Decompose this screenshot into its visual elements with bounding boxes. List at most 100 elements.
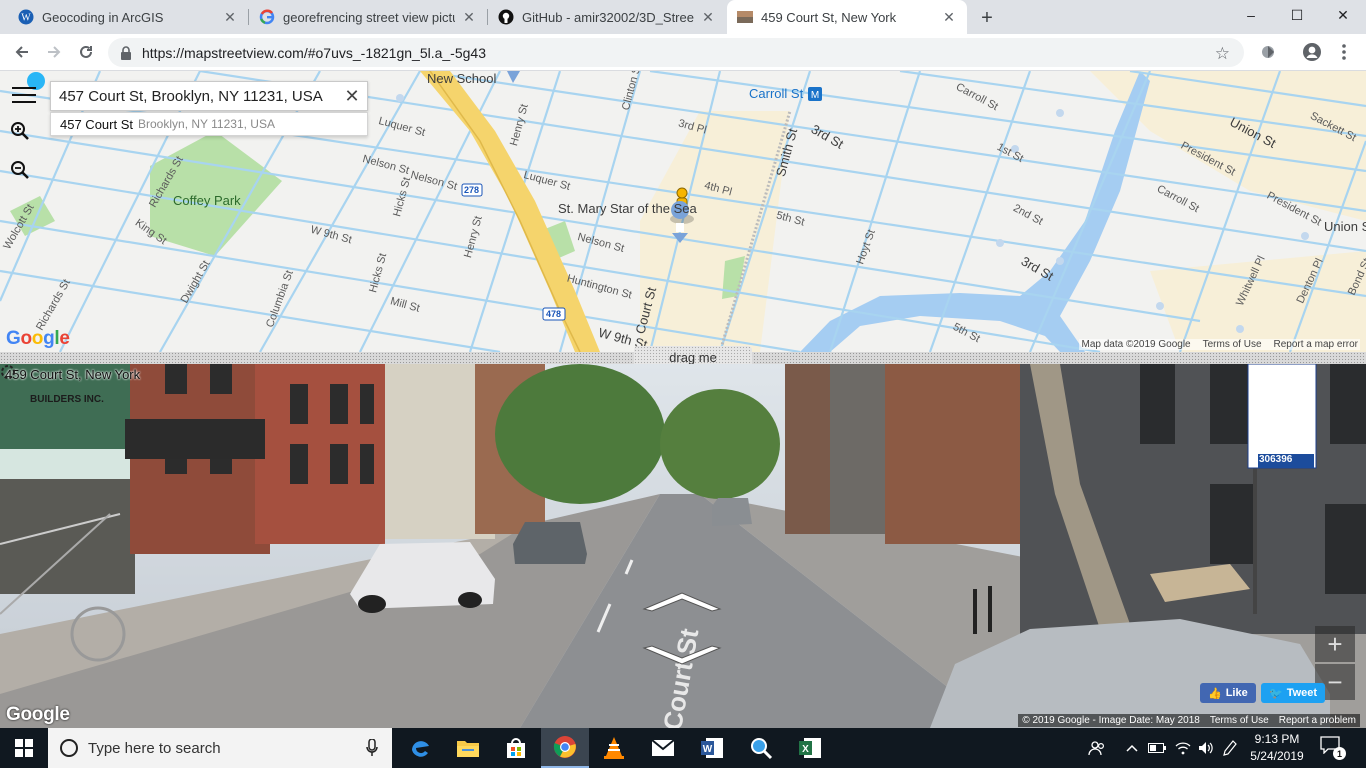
move-forward-arrow-icon[interactable] [640, 589, 724, 615]
github-icon [498, 9, 514, 25]
tab-title: georefrencing street view picture [283, 9, 455, 25]
battery-icon[interactable] [1145, 728, 1169, 768]
street-view-footer: © 2019 Google - Image Date: May 2018 Ter… [1018, 714, 1360, 727]
map-search-input[interactable] [59, 87, 339, 105]
map-label-st-mary[interactable]: St. Mary Star of the Sea [558, 201, 697, 216]
google-icon [259, 9, 275, 25]
street-view-zoom-in[interactable]: + [1315, 626, 1355, 662]
edge-icon[interactable] [396, 728, 444, 768]
bookmark-star-icon[interactable]: ☆ [1215, 44, 1230, 64]
close-icon[interactable]: ✕ [461, 9, 477, 25]
suggestion-main-text: 457 Court St [60, 116, 133, 132]
mail-icon[interactable] [639, 728, 687, 768]
street-sign-number: 306396 [1259, 454, 1293, 465]
svg-text:X: X [802, 744, 809, 755]
map-pane[interactable]: M New School Carroll St Coffey Park St. … [0, 71, 1366, 352]
clear-search-icon[interactable]: ✕ [343, 86, 361, 106]
close-icon[interactable]: ✕ [941, 9, 957, 25]
map-menu-button[interactable] [10, 83, 38, 107]
street-view-address: 459 Court St, New York [5, 367, 141, 382]
vlc-icon[interactable] [590, 728, 638, 768]
report-map-error-link[interactable]: Report a map error [1274, 339, 1358, 350]
people-icon[interactable] [1084, 728, 1110, 768]
back-button[interactable] [8, 38, 36, 66]
wifi-icon[interactable] [1172, 728, 1194, 768]
google-logo[interactable]: Google [6, 328, 70, 350]
tab-street-view[interactable]: 459 Court St, New York ✕ [727, 0, 967, 34]
tab-github[interactable]: GitHub - amir32002/3D_Street_V ✕ [488, 0, 726, 34]
address-bar[interactable]: https://mapstreetview.com/#o7uvs_-1821gn… [108, 38, 1244, 67]
tab-title: Geocoding in ArcGIS [42, 9, 164, 25]
suggestion-secondary-text: Brooklyn, NY 11231, USA [138, 117, 275, 131]
map-label-carroll-st-station[interactable]: Carroll St [749, 86, 803, 101]
reload-button[interactable] [72, 38, 100, 66]
tweet-label: Tweet [1286, 687, 1318, 699]
google-logo[interactable]: Google [6, 704, 70, 726]
pen-workspace-icon[interactable] [1219, 728, 1241, 768]
map-search-box: ✕ [50, 81, 368, 111]
close-icon[interactable]: ✕ [700, 9, 716, 25]
thumbs-up-icon: 👍 [1208, 687, 1222, 700]
streetview-icon [737, 9, 753, 25]
report-problem-link[interactable]: Report a problem [1279, 715, 1356, 726]
map-zoom-in-button[interactable] [10, 121, 38, 149]
hwy-478-label: 478 [546, 309, 562, 319]
like-label: Like [1225, 687, 1248, 699]
map-terms-link[interactable]: Terms of Use [1203, 339, 1262, 350]
file-explorer-icon[interactable] [444, 728, 492, 768]
street-view-pane[interactable]: 459 Court St, New York BUILDERS INC. 306… [0, 364, 1366, 728]
browser-toolbar: https://mapstreetview.com/#o7uvs_-1821gn… [0, 34, 1366, 71]
excel-icon[interactable]: X [786, 728, 834, 768]
move-backward-arrow-icon[interactable] [640, 642, 724, 668]
word-icon[interactable]: W [688, 728, 736, 768]
loading-spinner-icon [1, 365, 15, 379]
clock-date: 5/24/2019 [1250, 749, 1304, 763]
cortana-icon [60, 739, 78, 757]
grey-car [513, 522, 587, 564]
gowanus-canal [800, 71, 1150, 352]
map-label-union-st: Union St [1324, 219, 1366, 234]
close-window-button[interactable]: ✕ [1320, 0, 1366, 30]
taskbar-search-input[interactable] [88, 739, 348, 757]
sv-terms-link[interactable]: Terms of Use [1210, 715, 1269, 726]
new-tab-button[interactable]: + [976, 7, 998, 29]
profile-avatar-icon[interactable] [1301, 41, 1323, 63]
notification-count-badge: 1 [1333, 747, 1346, 760]
volume-icon[interactable] [1195, 728, 1217, 768]
close-icon[interactable]: ✕ [222, 9, 238, 25]
forward-button[interactable] [40, 38, 68, 66]
taskbar-search-box [48, 728, 392, 768]
microphone-icon[interactable] [366, 739, 378, 757]
wikipedia-icon: W [18, 9, 34, 25]
image-date-credit: © 2019 Google - Image Date: May 2018 [1022, 715, 1200, 726]
magnifier-icon[interactable] [737, 728, 785, 768]
action-center-button[interactable]: 1 [1320, 736, 1346, 760]
chrome-icon[interactable] [541, 728, 589, 768]
maximize-button[interactable]: ☐ [1274, 0, 1320, 30]
arrow-left-icon [15, 46, 28, 58]
chevron-up-icon[interactable] [1122, 728, 1142, 768]
map-label-coffey-park: Coffey Park [173, 193, 241, 208]
shop-sign-text: BUILDERS INC. [30, 394, 104, 405]
clock-time: 9:13 PM [1254, 732, 1300, 746]
parking-sign [1247, 364, 1317, 469]
tab-geocoding[interactable]: W Geocoding in ArcGIS ✕ [8, 0, 248, 34]
extension-icon[interactable] [1257, 41, 1279, 63]
browser-menu-icon[interactable] [1333, 41, 1355, 63]
tweet-button[interactable]: 🐦 Tweet [1261, 683, 1326, 703]
tab-strip: W Geocoding in ArcGIS ✕ georefrencing st… [0, 0, 1366, 34]
start-button[interactable] [0, 728, 48, 768]
tab-georeferencing[interactable]: georefrencing street view picture ✕ [249, 0, 487, 34]
system-clock[interactable]: 9:13 PM 5/24/2019 [1240, 731, 1314, 765]
lock-icon [121, 45, 131, 60]
minimize-button[interactable]: – [1228, 0, 1274, 30]
school-marker-icon [507, 71, 520, 83]
facebook-like-button[interactable]: 👍 Like [1200, 683, 1256, 703]
map-label-new-school: New School [427, 71, 497, 86]
store-icon[interactable] [492, 728, 540, 768]
url-text: https://mapstreetview.com/#o7uvs_-1821gn… [142, 44, 486, 61]
svg-text:W: W [703, 744, 713, 755]
map-zoom-out-button[interactable] [10, 160, 38, 188]
tab-title: GitHub - amir32002/3D_Street_V [522, 9, 694, 25]
search-suggestion[interactable]: 457 Court St Brooklyn, NY 11231, USA [50, 112, 368, 136]
